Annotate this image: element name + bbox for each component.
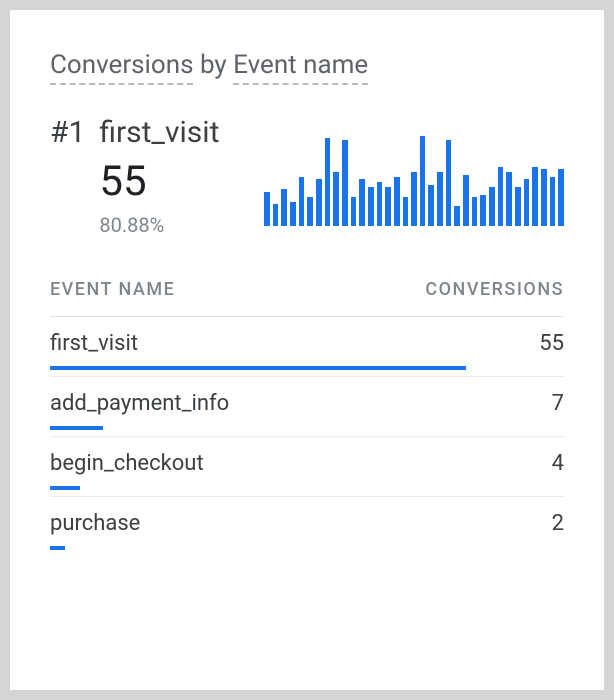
sparkline-bar	[281, 189, 287, 226]
row-conversions: 7	[552, 391, 564, 416]
sparkline-bar	[532, 167, 538, 226]
sparkline-bar	[325, 138, 331, 226]
row-bar	[50, 366, 466, 370]
sparkline-bar	[489, 187, 495, 226]
hero-rank: #1	[50, 116, 85, 149]
row-bar-track	[50, 546, 564, 550]
row-bar	[50, 426, 103, 430]
sparkline-bar	[403, 197, 409, 226]
row-top: begin_checkout 4	[50, 451, 564, 476]
sparkline-bar	[351, 197, 357, 226]
row-top: purchase 2	[50, 511, 564, 536]
row-top: first_visit 55	[50, 331, 564, 356]
sparkline-bar	[446, 140, 452, 226]
row-top: add_payment_info 7	[50, 391, 564, 416]
title-dimension[interactable]: Event name	[233, 50, 368, 85]
column-header-name: EVENT NAME	[50, 279, 175, 300]
sparkline-chart	[264, 136, 564, 226]
row-bar	[50, 546, 65, 550]
sparkline-bar	[454, 206, 460, 226]
row-bar	[50, 486, 80, 490]
column-header-value: CONVERSIONS	[425, 279, 564, 300]
sparkline-bar	[437, 172, 443, 226]
sparkline-bar	[472, 197, 478, 226]
row-bar-track	[50, 486, 564, 490]
title-metric[interactable]: Conversions	[50, 50, 193, 85]
sparkline-bar	[264, 192, 270, 226]
sparkline-bar	[480, 195, 486, 226]
sparkline-bar	[411, 172, 417, 226]
sparkline-bar	[506, 172, 512, 226]
sparkline-bar	[316, 179, 322, 226]
sparkline-bar	[420, 136, 426, 226]
table-header: EVENT NAME CONVERSIONS	[50, 265, 564, 317]
sparkline-bar	[299, 177, 305, 226]
hero-stats: first_visit 55 80.88%	[99, 116, 219, 237]
hero-value: 55	[99, 161, 219, 203]
table-row[interactable]: add_payment_info 7	[50, 377, 564, 437]
analytics-card: Conversions by Event name #1 first_visit…	[10, 10, 604, 690]
row-event-name: begin_checkout	[50, 451, 204, 476]
sparkline-bar	[377, 182, 383, 226]
row-bar-track	[50, 366, 564, 370]
sparkline-bar	[498, 167, 504, 226]
sparkline-bar	[273, 204, 279, 226]
row-event-name: add_payment_info	[50, 391, 229, 416]
sparkline-bar	[541, 169, 547, 226]
hero-left: #1 first_visit 55 80.88%	[50, 116, 219, 237]
row-conversions: 4	[552, 451, 564, 476]
sparkline-bar	[290, 202, 296, 226]
card-title: Conversions by Event name	[50, 50, 564, 80]
sparkline-bar	[524, 179, 530, 226]
sparkline-bar	[463, 175, 469, 226]
row-conversions: 2	[552, 511, 564, 536]
row-conversions: 55	[539, 331, 564, 356]
sparkline-bar	[550, 177, 556, 226]
sparkline-bar	[368, 187, 374, 226]
sparkline-bar	[558, 169, 564, 226]
table-row[interactable]: begin_checkout 4	[50, 437, 564, 497]
sparkline-bar	[307, 197, 313, 226]
sparkline-bar	[333, 172, 339, 226]
hero-section: #1 first_visit 55 80.88%	[50, 116, 564, 237]
table-row[interactable]: purchase 2	[50, 497, 564, 550]
sparkline-bar	[394, 177, 400, 226]
row-event-name: purchase	[50, 511, 140, 536]
sparkline-bar	[428, 185, 434, 226]
table-row[interactable]: first_visit 55	[50, 317, 564, 377]
title-by: by	[200, 50, 227, 80]
hero-percent: 80.88%	[99, 213, 219, 237]
sparkline-bar	[515, 187, 521, 226]
hero-event-name: first_visit	[99, 116, 219, 149]
row-event-name: first_visit	[50, 331, 138, 356]
sparkline-bar	[342, 140, 348, 226]
sparkline-bar	[385, 187, 391, 226]
table-body: first_visit 55 add_payment_info 7 begin_chec…	[50, 317, 564, 550]
sparkline-bar	[359, 179, 365, 226]
row-bar-track	[50, 426, 564, 430]
